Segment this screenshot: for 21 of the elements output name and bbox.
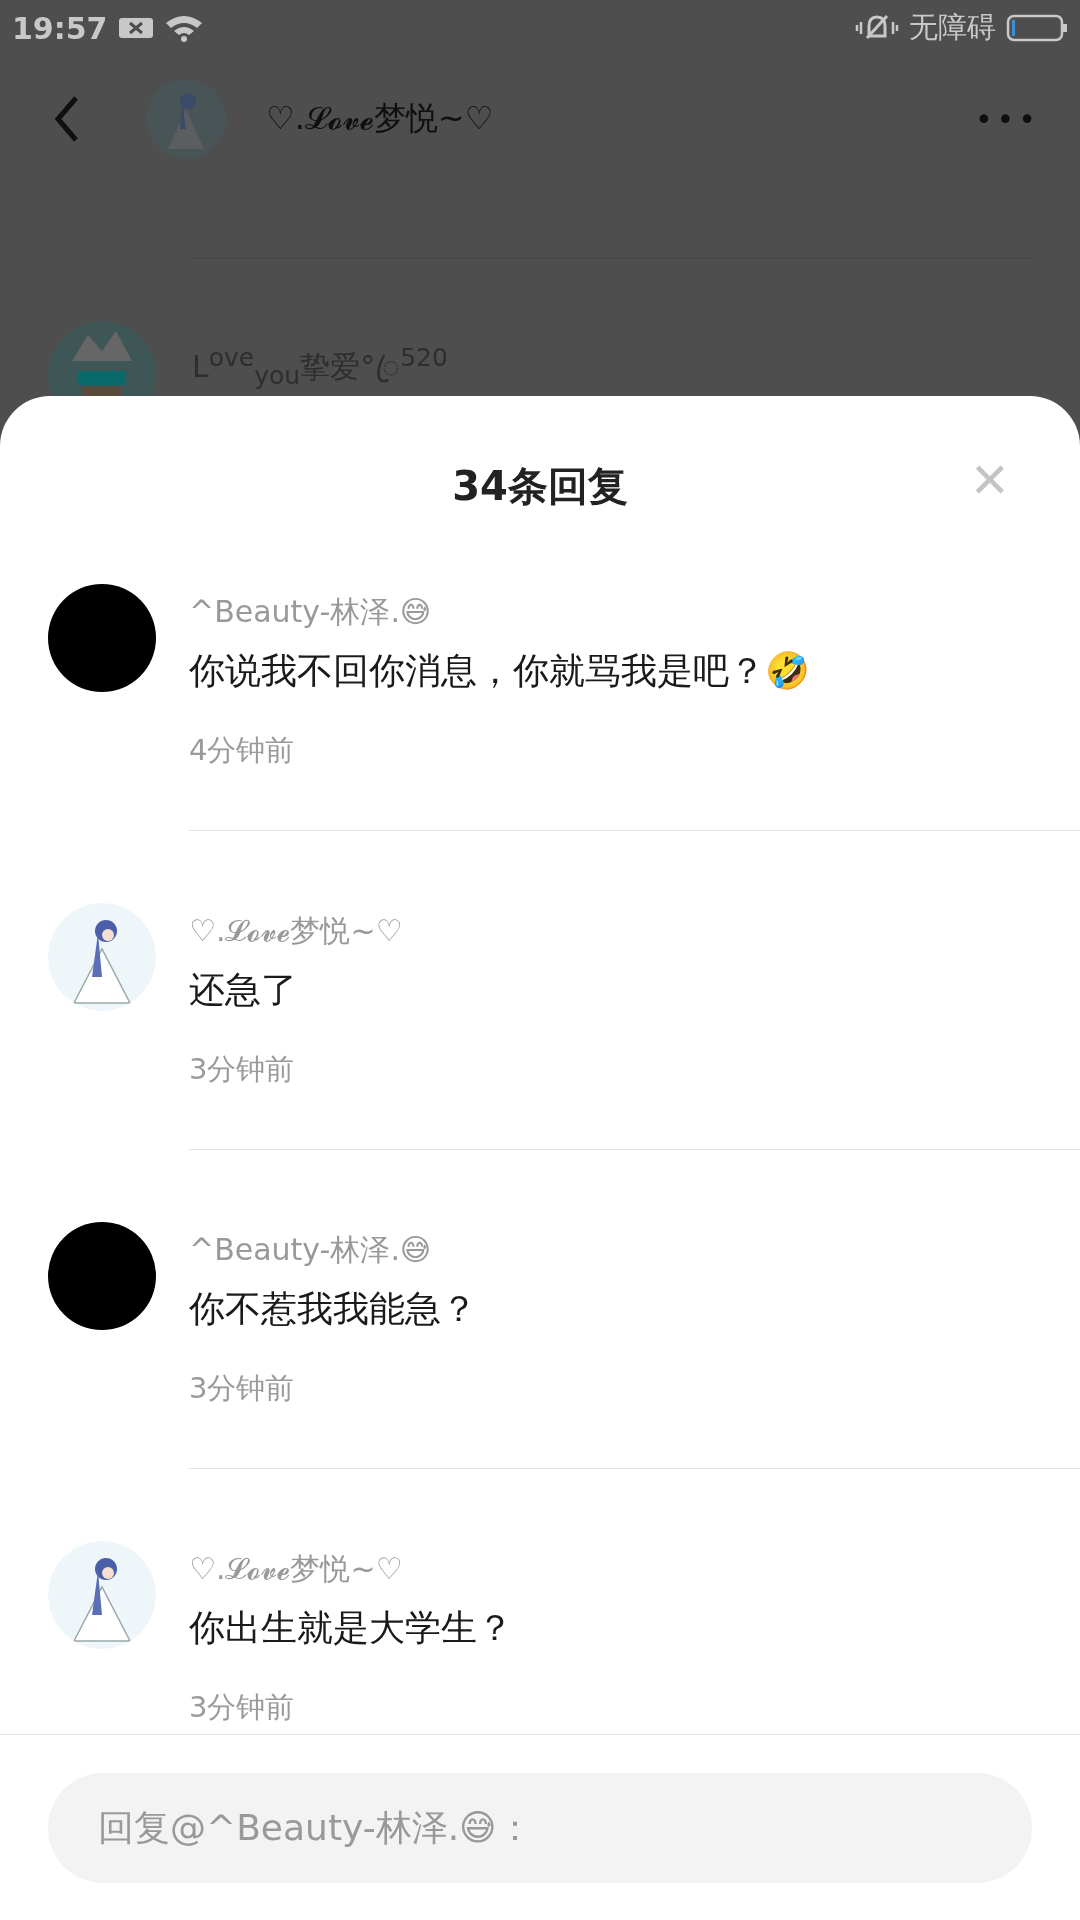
battery-icon: [1006, 13, 1068, 43]
reply-author[interactable]: ^Beauty-林泽.😅: [189, 590, 432, 634]
reply-text: 你出生就是大学生？: [189, 1606, 513, 1650]
reply-text: 你不惹我我能急？: [189, 1287, 477, 1331]
reply-author[interactable]: ♡.𝓛𝓸𝓿𝓮梦悦~♡: [189, 1547, 403, 1591]
accessibility-label: 无障碍: [909, 9, 996, 46]
close-button[interactable]: ✕: [969, 456, 1010, 504]
status-time: 19:57: [12, 10, 108, 46]
reply-time: 3分钟前: [189, 1051, 295, 1088]
reply-author[interactable]: ♡.𝓛𝓸𝓿𝓮梦悦~♡: [189, 909, 403, 953]
profile-name: ♡.𝓛𝓸𝓿𝓮梦悦~♡: [266, 98, 495, 139]
reply-time: 3分钟前: [189, 1370, 295, 1407]
reply-time: 4分钟前: [189, 732, 295, 769]
reply-time: 3分钟前: [189, 1689, 295, 1726]
sheet-title: 34条回复: [452, 461, 628, 511]
reply-text: 还急了: [189, 968, 297, 1012]
reply-input[interactable]: 回复@^Beauty-林泽.😅：: [48, 1772, 1032, 1883]
sim-card-icon: [117, 16, 154, 40]
reply-author[interactable]: ^Beauty-林泽.😅: [189, 1228, 432, 1272]
reply-text: 你说我不回你消息，你就骂我是吧？🤣: [189, 649, 810, 693]
more-menu[interactable]: •••: [974, 101, 1040, 137]
